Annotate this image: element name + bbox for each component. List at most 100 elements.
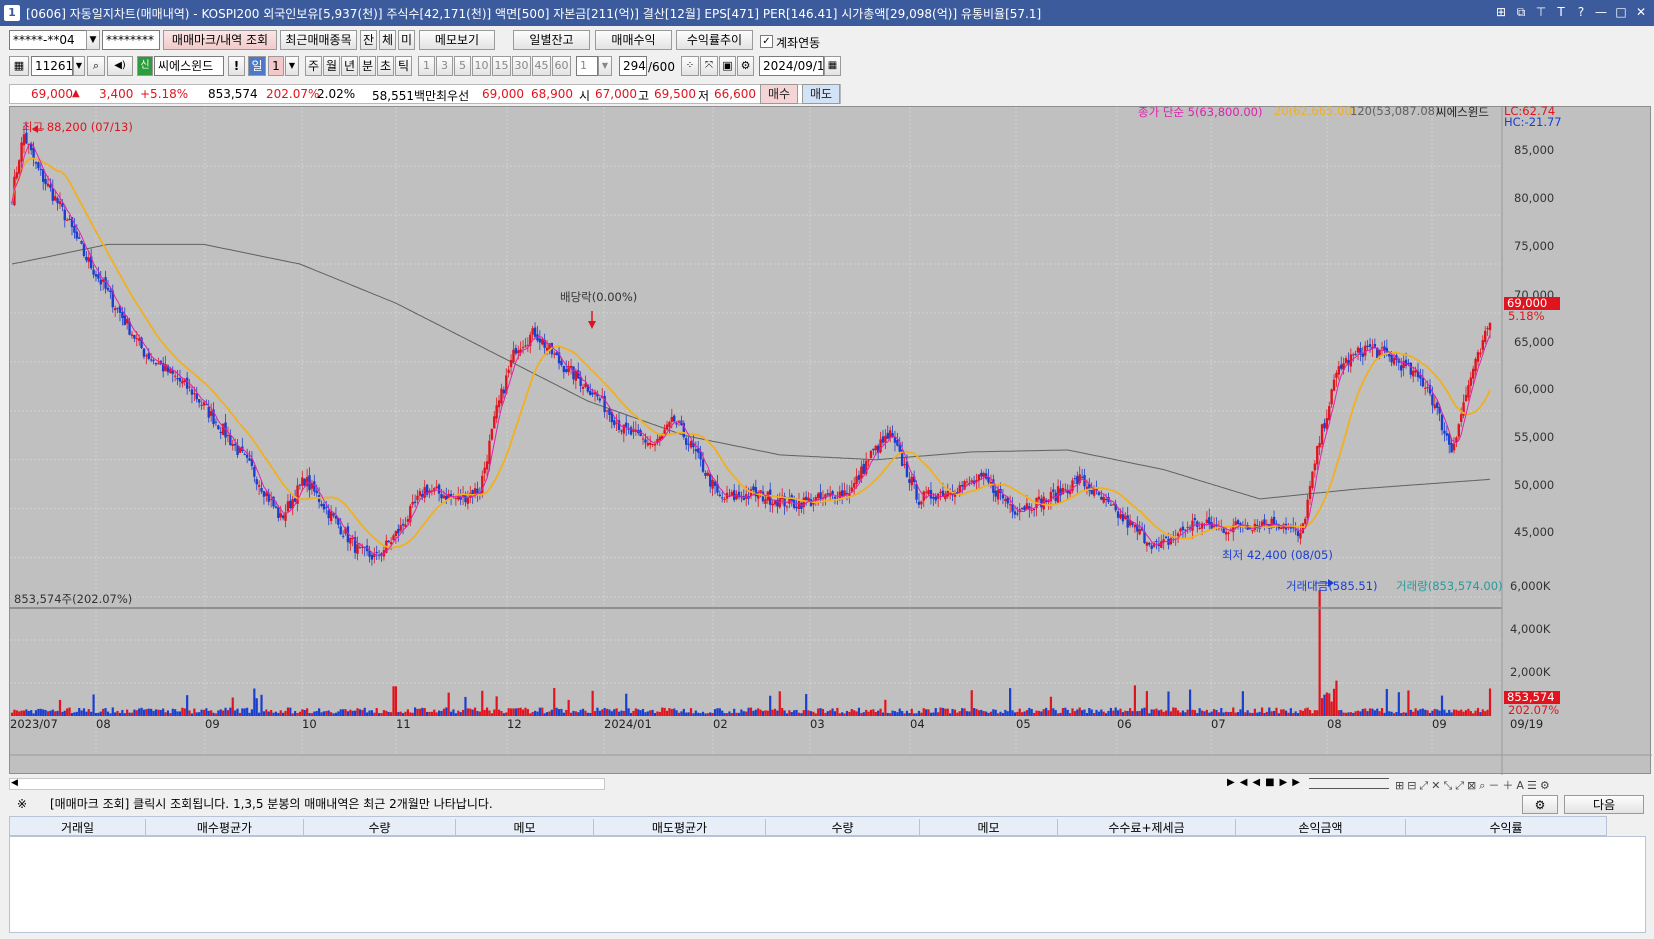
volume-bar bbox=[1256, 712, 1259, 716]
volume-bar bbox=[543, 713, 546, 716]
volume-bar bbox=[985, 711, 988, 716]
font-icon[interactable]: T bbox=[1552, 3, 1570, 21]
settings-gear-icon[interactable]: ⚙ bbox=[1522, 795, 1558, 814]
volume-bar bbox=[378, 713, 381, 716]
volume-bar bbox=[181, 707, 184, 716]
scroll-left-icon[interactable]: ◀ bbox=[11, 778, 18, 788]
interval-60-button[interactable]: 60 bbox=[552, 56, 571, 76]
account-input[interactable]: *****-**04 bbox=[9, 30, 95, 50]
period-tick-button[interactable]: 틱 bbox=[395, 56, 412, 76]
memo-view-button[interactable]: 메모보기 bbox=[419, 30, 495, 50]
chart-area[interactable]: 종가 단순 5(63,800.00) 20(62,665.00) 120(53,… bbox=[9, 104, 1652, 775]
toolbar-account-row: *****-**04 ▼ ******** 매매마크/내역 조회 최근매매종목 … bbox=[0, 30, 1654, 56]
period-day-button[interactable]: 일 bbox=[248, 56, 266, 76]
chart-type-icon[interactable]: ⤧ bbox=[700, 56, 718, 76]
period-dropdown-icon[interactable]: ▼ bbox=[285, 56, 299, 76]
account-link-checkbox[interactable]: ✓ bbox=[760, 35, 773, 48]
ma20-legend[interactable]: 20(62,665.00) bbox=[1274, 104, 1356, 118]
interval-45-button[interactable]: 45 bbox=[532, 56, 551, 76]
daily-balance-button[interactable]: 일별잔고 bbox=[513, 30, 590, 50]
sell-button[interactable]: 매도 bbox=[802, 84, 840, 104]
scroll-nav-icons[interactable]: ▶◀◀■▶▶ bbox=[1227, 777, 1305, 788]
stock-code-input[interactable]: 112610 bbox=[31, 56, 73, 76]
horizontal-scrollbar[interactable] bbox=[9, 778, 605, 790]
volume-bar bbox=[370, 710, 374, 716]
help-icon[interactable]: ? bbox=[1572, 3, 1590, 21]
candle-body bbox=[73, 225, 76, 233]
interval-10-button[interactable]: 10 bbox=[472, 56, 491, 76]
zoom-slider[interactable] bbox=[1309, 778, 1389, 789]
volume-bar bbox=[435, 712, 438, 716]
candle-body bbox=[236, 445, 239, 455]
alert-button[interactable]: ! bbox=[228, 56, 245, 76]
tile-icon[interactable]: ⊞ bbox=[1492, 3, 1510, 21]
high-label: 고 bbox=[638, 89, 650, 103]
panel-toggle-icon[interactable]: ▦ bbox=[9, 56, 29, 76]
stock-name-field[interactable]: 씨에스윈드 bbox=[154, 56, 224, 76]
candle-body bbox=[1150, 545, 1153, 549]
unfilled-button[interactable]: 미 bbox=[398, 30, 415, 50]
password-input[interactable]: ******** bbox=[102, 30, 160, 50]
close-icon[interactable]: ✕ bbox=[1632, 3, 1650, 21]
turnover-rate: 2.02% bbox=[317, 87, 356, 101]
interval-15-button[interactable]: 15 bbox=[492, 56, 511, 76]
volume-bar bbox=[1397, 692, 1400, 716]
volume-bar bbox=[1287, 712, 1290, 716]
ma5-legend[interactable]: 종가 단순 5(63,800.00) bbox=[1138, 104, 1262, 120]
volume-bar bbox=[593, 711, 597, 716]
trade-table-body[interactable] bbox=[9, 836, 1646, 933]
date-input[interactable]: 2024/09/19 bbox=[759, 56, 824, 76]
search-icon[interactable]: ⌕ bbox=[87, 56, 105, 76]
candle-body bbox=[565, 369, 568, 372]
volume-bar bbox=[1066, 709, 1069, 716]
trade-amount-legend[interactable]: 거래대금(585.51) bbox=[1286, 578, 1378, 594]
interval-1-button[interactable]: 1 bbox=[418, 56, 435, 76]
volume-bar bbox=[1176, 710, 1180, 716]
period-second-button[interactable]: 초 bbox=[377, 56, 394, 76]
recent-trades-button[interactable]: 최근매매종목 bbox=[280, 30, 357, 50]
period-month-button[interactable]: 월 bbox=[323, 56, 340, 76]
trade-profit-button[interactable]: 매매수익 bbox=[595, 30, 672, 50]
candle-body bbox=[1191, 520, 1194, 531]
interval-5-button[interactable]: 5 bbox=[454, 56, 471, 76]
maximize-icon[interactable]: □ bbox=[1612, 3, 1630, 21]
volume-bar bbox=[205, 708, 208, 716]
markers-query-button[interactable]: 매매마크/내역 조회 bbox=[163, 30, 277, 50]
volume-bar bbox=[884, 699, 887, 716]
profit-trend-button[interactable]: 수익률추이 bbox=[676, 30, 753, 50]
buy-button[interactable]: 매수 bbox=[760, 84, 798, 104]
candle-body bbox=[953, 494, 957, 497]
account-dropdown-icon[interactable]: ▼ bbox=[86, 30, 100, 50]
candle-body bbox=[1368, 344, 1372, 347]
gear-icon[interactable]: ⚙ bbox=[737, 56, 754, 76]
volume-bar bbox=[270, 709, 273, 716]
period-minute-button[interactable]: 분 bbox=[359, 56, 376, 76]
volume-bar bbox=[1438, 710, 1441, 716]
minimize-icon[interactable]: — bbox=[1592, 3, 1610, 21]
candle-body bbox=[1296, 531, 1300, 537]
balance-button[interactable]: 잔 bbox=[360, 30, 377, 50]
cascade-icon[interactable]: ⧉ bbox=[1512, 3, 1530, 21]
calendar-icon[interactable]: ▦ bbox=[824, 56, 841, 76]
period-week-button[interactable]: 주 bbox=[305, 56, 322, 76]
volume-legend[interactable]: 거래량(853,574.00) bbox=[1396, 578, 1503, 594]
drawing-tools-icons[interactable]: ⊞⊟⤢✕⤡⤢⊠⌕－＋A☰⚙ bbox=[1395, 777, 1553, 793]
next-button[interactable]: 다음 bbox=[1564, 795, 1644, 814]
period-multiplier[interactable]: 1 bbox=[268, 56, 284, 76]
ma120-legend[interactable]: 120(53,087.08) bbox=[1350, 104, 1439, 118]
filled-button[interactable]: 체 bbox=[379, 30, 396, 50]
pin-icon[interactable]: ⊤ bbox=[1532, 3, 1550, 21]
view-count-input[interactable]: 294 bbox=[619, 56, 647, 76]
speaker-icon[interactable]: ◀) bbox=[107, 56, 133, 76]
save-icon[interactable]: ▣ bbox=[719, 56, 736, 76]
period-year-button[interactable]: 년 bbox=[341, 56, 358, 76]
volume-bar bbox=[584, 710, 587, 716]
chart-tool-icon[interactable]: ⁘ bbox=[681, 56, 699, 76]
candle-body bbox=[29, 144, 33, 151]
price-volume-chart[interactable] bbox=[10, 107, 1652, 775]
interval-dropdown-icon[interactable]: ▼ bbox=[598, 56, 612, 76]
interval-select[interactable]: 1 bbox=[576, 56, 598, 76]
interval-30-button[interactable]: 30 bbox=[512, 56, 531, 76]
code-dropdown-icon[interactable]: ▼ bbox=[73, 56, 85, 76]
interval-3-button[interactable]: 3 bbox=[436, 56, 453, 76]
